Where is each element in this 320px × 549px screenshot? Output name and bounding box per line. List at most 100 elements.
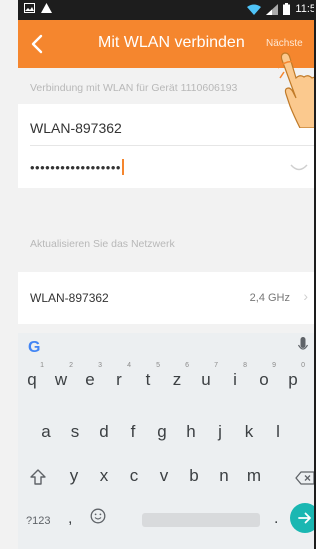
enter-key[interactable] <box>290 503 316 533</box>
key-label: y <box>69 466 79 485</box>
page-title: Mit WLAN verbinden <box>98 34 245 51</box>
key-label: a <box>41 422 51 441</box>
key-label: i <box>233 370 237 389</box>
eye-icon[interactable] <box>290 162 308 174</box>
key-hint: 5 <box>156 362 160 369</box>
key-label: r <box>116 370 122 389</box>
status-time: 11:5 <box>295 3 316 15</box>
ssid-field[interactable]: WLAN-897362 <box>30 120 122 136</box>
key-hint: 1 <box>40 362 44 369</box>
key-label: l <box>276 422 280 441</box>
key-label: z <box>172 370 182 389</box>
key-m[interactable]: m <box>240 466 268 486</box>
key-e[interactable]: e3 <box>76 362 104 390</box>
key-i[interactable]: i8 <box>221 362 249 390</box>
key-label: p <box>288 370 298 389</box>
back-button[interactable] <box>24 30 50 58</box>
key-hint: 9 <box>272 362 276 369</box>
mic-icon[interactable] <box>298 337 308 355</box>
key-k[interactable]: k <box>235 422 263 442</box>
signal-icon <box>266 3 279 15</box>
key-label: u <box>201 370 211 389</box>
key-d[interactable]: d <box>90 422 118 442</box>
key-label: g <box>157 422 167 441</box>
space-key[interactable] <box>142 513 260 527</box>
key-label: t <box>145 370 151 389</box>
key-label: e <box>85 370 95 389</box>
wifi-form: Verbindung mit WLAN für Gerät 1110606193… <box>18 68 316 333</box>
backspace-icon[interactable] <box>295 471 315 485</box>
network-section-label: Aktualisieren Sie das Netzwerk <box>30 238 175 250</box>
password-mask: •••••••••••••••••• <box>30 160 121 175</box>
google-logo-letter: G <box>28 339 41 356</box>
google-logo[interactable]: G <box>28 339 40 357</box>
key-label: b <box>189 466 199 485</box>
key-label: o <box>259 370 269 389</box>
key-o[interactable]: o9 <box>250 362 278 390</box>
network-name: WLAN-897362 <box>30 291 109 305</box>
device-frame-edge <box>314 0 316 549</box>
hand-pointer-icon <box>277 52 316 128</box>
key-label: d <box>99 422 109 441</box>
key-label: s <box>70 422 80 441</box>
onscreen-keyboard: G q1 w2 e3 r4 t5 z6 u7 i8 o9 p0 a s d f … <box>18 333 316 549</box>
key-u[interactable]: u7 <box>192 362 220 390</box>
divider <box>30 145 316 146</box>
chevron-right-icon: › <box>303 288 308 304</box>
key-label: k <box>244 422 254 441</box>
key-f[interactable]: f <box>119 422 147 442</box>
keyboard-top-bar: G <box>18 333 316 359</box>
password-field[interactable]: •••••••••••••••••• <box>30 159 124 175</box>
key-hint: 8 <box>243 362 247 369</box>
key-c[interactable]: c <box>120 466 148 486</box>
symbols-key[interactable]: ?123 <box>26 515 50 527</box>
period-key[interactable]: . <box>274 510 278 528</box>
key-hint: 0 <box>301 362 305 369</box>
key-hint: 2 <box>69 362 73 369</box>
key-n[interactable]: n <box>210 466 238 486</box>
key-p[interactable]: p0 <box>279 362 307 390</box>
key-label: v <box>159 466 169 485</box>
device-section-label: Verbindung mit WLAN für Gerät 1110606193 <box>30 82 238 94</box>
status-bar: 11:5 <box>18 0 316 20</box>
enter-arrow-icon <box>298 512 311 524</box>
key-h[interactable]: h <box>177 422 205 442</box>
emoji-icon[interactable] <box>90 508 106 524</box>
key-label: j <box>218 422 222 441</box>
app-header: Mit WLAN verbinden Nächste <box>18 20 316 68</box>
key-t[interactable]: t5 <box>134 362 162 390</box>
key-z[interactable]: z6 <box>163 362 191 390</box>
key-hint: 7 <box>214 362 218 369</box>
key-y[interactable]: y <box>60 466 88 486</box>
key-j[interactable]: j <box>206 422 234 442</box>
key-hint: 3 <box>98 362 102 369</box>
credentials-card: WLAN-897362 •••••••••••••••••• <box>18 104 316 188</box>
key-label: x <box>99 466 109 485</box>
text-cursor <box>121 159 124 175</box>
warning-icon <box>41 3 52 13</box>
key-r[interactable]: r4 <box>105 362 133 390</box>
key-q[interactable]: q1 <box>18 362 46 390</box>
shift-icon[interactable] <box>30 469 46 485</box>
battery-icon <box>283 3 291 15</box>
comma-key[interactable]: , <box>68 510 72 528</box>
key-v[interactable]: v <box>150 466 178 486</box>
wifi-icon <box>247 4 262 15</box>
back-arrow-icon <box>31 34 43 54</box>
key-label: m <box>246 466 262 485</box>
key-label: q <box>27 370 37 389</box>
key-s[interactable]: s <box>61 422 89 442</box>
key-label: f <box>130 422 136 441</box>
key-w[interactable]: w2 <box>47 362 75 390</box>
network-list-item[interactable]: WLAN-897362 2,4 GHz › <box>18 272 316 324</box>
key-a[interactable]: a <box>32 422 60 442</box>
key-label: c <box>129 466 139 485</box>
key-label: n <box>219 466 229 485</box>
key-l[interactable]: l <box>264 422 292 442</box>
phone-screen: 11:5 Mit WLAN verbinden Nächste Verbindu… <box>0 0 316 549</box>
key-label: h <box>186 422 196 441</box>
key-g[interactable]: g <box>148 422 176 442</box>
key-hint: 4 <box>127 362 131 369</box>
key-x[interactable]: x <box>90 466 118 486</box>
key-b[interactable]: b <box>180 466 208 486</box>
